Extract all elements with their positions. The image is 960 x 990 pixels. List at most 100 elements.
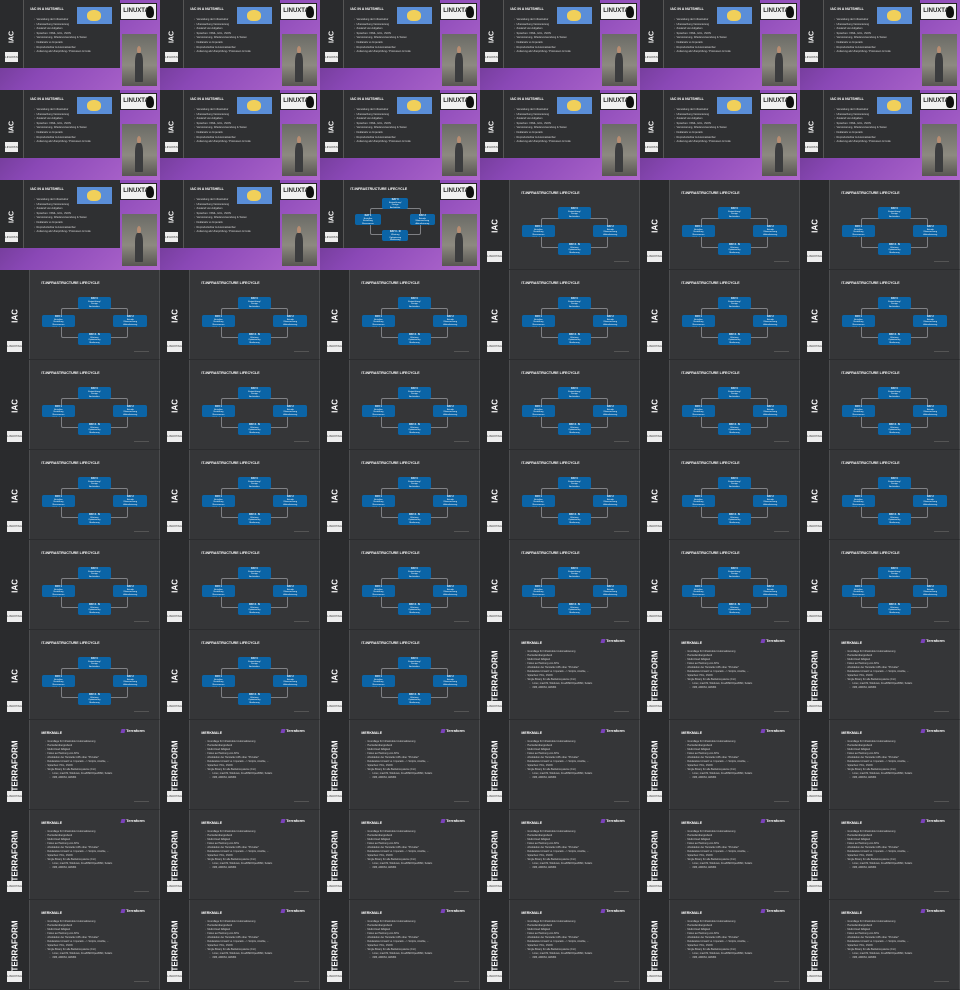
terraform-frame: TERRAFORMLINUXTAG MERKMALE Terraform Grundl…	[640, 720, 800, 810]
sidebar-logo: LINUXTAG	[325, 142, 340, 153]
slide-footer	[453, 890, 470, 892]
slide-footer	[613, 350, 630, 352]
terraform-logo-icon	[440, 818, 446, 823]
lifecycle-box-bottom: DAY 3 - NWartungOptimierungSkalierungetc…	[557, 603, 592, 616]
bullet-item: Änderung als Überprüfung / Prozessen & C…	[514, 140, 586, 145]
bullet-item: Änderung als Überprüfung / Prozessen & C…	[34, 140, 106, 145]
bullet-list: Grundlage für Infrastruktur Automatisier…	[365, 830, 470, 870]
talk-frame: IACLINUXTAGIAC IN A NUTSHELLVerwaltung d…	[320, 90, 480, 180]
lifecycle-box-right: DAY 2 Betrieb Überwachung Aktualisierung	[433, 405, 468, 418]
bullet-item: i386, AMD64, ARM64	[205, 776, 310, 780]
terraform-frame: TERRAFORMLINUXTAG MERKMALE Terraform Grundl…	[800, 720, 960, 810]
slide-heading: MERKMALE	[521, 820, 543, 825]
lifecycle-box-left: DAY 1ErstellenErstellungRessourcenMaßgeb…	[201, 495, 236, 508]
slide-sidebar: IAC LINUXTAG	[800, 450, 831, 539]
slide-heading: IT-INFRASTRUCTURE LIFECYCLE	[41, 460, 100, 465]
sidebar-title: TERRAFORM	[10, 740, 20, 792]
terraform-logo-text: Terraform	[606, 818, 625, 823]
lifecycle-box-line: etc.	[238, 435, 272, 436]
slide-footer	[613, 530, 630, 532]
lifecycle-box-line: etc.	[78, 345, 112, 346]
bullet-list: Grundlage für Infrastruktur Automatisier…	[525, 920, 630, 960]
lifecycle-box-top: DAY 0 Entwicklung/Design Architektur	[237, 477, 272, 490]
terraform-logo-text: Terraform	[286, 728, 305, 733]
lifecycle-box-line: etc.	[558, 615, 592, 616]
sidebar-title: TERRAFORM	[170, 830, 180, 882]
cartoon-image	[76, 97, 112, 115]
slide-sidebar: TERRAFORM LINUXTAG	[320, 810, 351, 899]
lifecycle-box-right: DAY 2 Betrieb Überwachung Aktualisierung	[913, 585, 948, 598]
lifecycle-box-top: DAY 0 Entwicklung/Design Architektur	[557, 207, 592, 220]
slide-footer	[453, 350, 470, 352]
slide-heading: IT-INFRASTRUCTURE LIFECYCLE	[521, 190, 580, 195]
bullet-item: i386, AMD64, ARM64	[525, 776, 630, 780]
cartoon-image	[76, 7, 112, 25]
slide-heading: MERKMALE	[841, 820, 863, 825]
slide-heading: IT-INFRASTRUCTURE LIFECYCLE	[361, 550, 420, 555]
slide-footer	[293, 530, 310, 532]
slide-sidebar: IAC LINUXTAG	[320, 90, 344, 158]
lifecycle-box-line: etc.	[78, 705, 112, 706]
lifecycle-box-bottom: DAY 3 - NWartungOptimierungSkalierungetc…	[77, 333, 112, 346]
sidebar-logo: LINUXTAG	[807, 790, 823, 802]
sidebar-title: TERRAFORM	[490, 920, 500, 972]
slide-heading: IT-INFRASTRUCTURE LIFECYCLE	[201, 640, 260, 645]
lifecycle-frame: IAC LINUXTAG IT-INFRASTRUCTURE LIFECYCLE DA…	[0, 630, 160, 720]
lifecycle-box-top: DAY 0 Entwicklung/Design Architektur	[77, 477, 112, 490]
lifecycle-box-line: Aktualisierung	[123, 683, 138, 686]
bullet-list: Grundlage für Infrastruktur Automatisier…	[845, 650, 950, 690]
sidebar-logo: LINUXTAG	[647, 520, 663, 532]
linuxtag-badge: LINUXTAG	[600, 2, 637, 20]
sidebar-logo: LINUXTAG	[807, 340, 823, 352]
sidebar-logo: LINUXTAG	[325, 52, 340, 63]
terraform-logo-icon	[120, 908, 126, 913]
slide-heading: MERKMALE	[681, 820, 703, 825]
sidebar-title: IAC	[648, 121, 655, 134]
lifecycle-box-bottom: DAY 3 - NWartungOptimierungSkalierungetc…	[397, 693, 432, 706]
lifecycle-box-line: Architektur	[249, 485, 260, 488]
bullet-item: i386, AMD64, ARM64	[525, 956, 630, 960]
slide-footer	[773, 620, 790, 622]
lifecycle-frame: IAC LINUXTAG IT-INFRASTRUCTURE LIFECYCLE DA…	[640, 180, 800, 270]
slide-footer	[773, 710, 790, 712]
sidebar-title: TERRAFORM	[490, 650, 500, 702]
lifecycle-box-right: DAY 2 Betrieb Überwachung Aktualisierung	[913, 495, 948, 508]
linuxtag-badge: LINUXTAG	[280, 2, 317, 20]
terraform-frame: TERRAFORMLINUXTAG MERKMALE Terraform Grundl…	[320, 810, 480, 900]
terraform-logo-text: Terraform	[446, 908, 465, 913]
lifecycle-box-top: DAY 0 Entwicklung/Design Architektur	[717, 567, 752, 580]
slide-footer	[453, 620, 470, 622]
lifecycle-box-line: Architektur	[89, 305, 100, 308]
speaker-figure	[774, 135, 785, 173]
lifecycle-box-line: etc.	[398, 615, 432, 616]
lifecycle-box-left: DAY 1ErstellenErstellungRessourcenMaßgeb…	[841, 585, 876, 598]
bullet-item: i386, AMD64, ARM64	[845, 776, 950, 780]
terraform-logo-text: Terraform	[766, 638, 785, 643]
lifecycle-frame: IAC LINUXTAG IT-INFRASTRUCTURE LIFECYCLE DA…	[480, 360, 640, 450]
lifecycle-frame: IAC LINUXTAG IT-INFRASTRUCTURE LIFECYCLE DA…	[480, 180, 640, 270]
slide-sidebar: TERRAFORM LINUXTAG	[800, 900, 831, 989]
talk-frame: IAC LINUXTAG IT-INFRASTRUCTURE LIFECYCLE DA…	[320, 180, 480, 270]
lifecycle-box-bottom: DAY 3 - NWartungOptimierungSkalierungetc…	[237, 693, 272, 706]
slide-sidebar: TERRAFORM LINUXTAG	[640, 720, 671, 809]
sidebar-logo: LINUXTAG	[7, 340, 23, 352]
talk-frame: IACLINUXTAGIAC IN A NUTSHELLVerwaltung d…	[160, 0, 320, 90]
lifecycle-box-line: etc.	[718, 255, 752, 256]
slide-footer	[933, 710, 950, 712]
sidebar-logo: LINUXTAG	[487, 970, 503, 982]
bullet-list: Grundlage für Infrastruktur Automatisier…	[685, 830, 790, 870]
lifecycle-box-line: Architektur	[729, 215, 740, 218]
sidebar-title: IAC	[648, 31, 655, 44]
cartoon-image	[716, 97, 752, 115]
lifecycle-box-right: DAY 2 Betrieb Überwachung Aktualisierung	[273, 315, 308, 328]
terraform-frame: TERRAFORMLINUXTAG MERKMALE Terraform Grundl…	[320, 900, 480, 990]
lifecycle-box-left: DAY 1ErstellenErstellungRessourcenMaßgeb…	[841, 405, 876, 418]
slide-sidebar: IAC LINUXTAG	[160, 630, 191, 719]
bullet-list: Grundlage für Infrastruktur Automatisier…	[685, 740, 790, 780]
lifecycle-frame: IAC LINUXTAG IT-INFRASTRUCTURE LIFECYCLE DA…	[320, 450, 480, 540]
sidebar-title: TERRAFORM	[650, 920, 660, 972]
lifecycle-box-line: Aktualisierung	[123, 593, 138, 596]
sidebar-logo: LINUXTAG	[647, 340, 663, 352]
slide-sidebar: IAC LINUXTAG	[480, 0, 504, 68]
slide-sidebar: TERRAFORM LINUXTAG	[640, 900, 671, 989]
